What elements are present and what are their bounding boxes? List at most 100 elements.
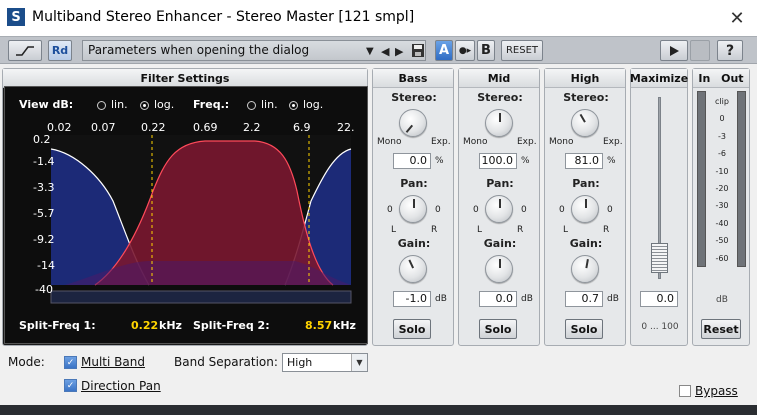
mid-band-panel: Mid Stereo: Mono Exp. 100.0 % Pan: 0 0 L… (458, 68, 540, 346)
high-pan-right-value: 0 (607, 205, 613, 215)
high-stereo-label: Stereo: (563, 91, 609, 104)
high-band-panel: High Stereo: Mono Exp. 81.0 % Pan: 0 0 L… (544, 68, 626, 346)
bass-pan-r-label: R (431, 225, 438, 235)
bypass-curve-button[interactable] (8, 40, 42, 61)
band-separation-dropdown-arrow-icon[interactable]: ▼ (351, 354, 367, 371)
view-db-lin-radio[interactable] (97, 101, 106, 110)
rd-button[interactable]: Rd (48, 40, 72, 61)
view-db-lin-label: lin. (111, 98, 128, 111)
db-tick: -40 (35, 283, 53, 296)
db-tick: 0.2 (33, 133, 51, 146)
filter-graph[interactable] (5, 121, 367, 307)
db-tick: -5.7 (33, 207, 55, 220)
mid-pan-knob[interactable] (485, 195, 513, 223)
plugin-window: S Multiband Stereo Enhancer - Stereo Mas… (0, 0, 757, 415)
bass-pan-l-label: L (391, 225, 397, 235)
freq-tick: 22. (337, 121, 355, 134)
freq-tick: 0.02 (47, 121, 72, 134)
mid-stereo-unit: % (521, 156, 530, 166)
freq-tick: 0.69 (193, 121, 218, 134)
mid-band-header: Mid (459, 69, 539, 88)
mid-solo-button[interactable]: Solo (479, 319, 517, 339)
direction-pan-checkbox[interactable]: ✓ (64, 379, 77, 392)
split-freq-1-value[interactable]: 0.22 (131, 319, 158, 332)
view-db-log-radio[interactable] (140, 101, 149, 110)
db-tick: -9.2 (33, 233, 55, 246)
bass-solo-button[interactable]: Solo (393, 319, 431, 339)
bypass-checkbox[interactable] (679, 385, 691, 397)
bass-pan-knob[interactable] (399, 195, 427, 223)
bass-stereo-unit: % (435, 156, 444, 166)
db-tick: -1.4 (33, 155, 55, 168)
high-stereo-knob[interactable] (571, 109, 599, 137)
mid-stereo-value[interactable]: 100.0 (479, 153, 517, 169)
freq-log-radio[interactable] (289, 101, 298, 110)
high-pan-knob[interactable] (571, 195, 599, 223)
multiband-checkbox[interactable]: ✓ (64, 356, 77, 369)
meter-scale-label: -40 (715, 218, 729, 228)
toolbar: Rd Parameters when opening the dialog ▼ … (0, 36, 757, 64)
split-freq-2-unit: kHz (333, 319, 356, 332)
meter-scale-label: -50 (715, 236, 729, 246)
mid-pan-r-label: R (517, 225, 524, 235)
bass-stereo-value[interactable]: 0.0 (393, 153, 431, 169)
bass-pan-label: Pan: (400, 177, 428, 190)
mid-gain-unit: dB (521, 294, 533, 304)
maximize-slider-handle[interactable] (651, 243, 668, 273)
bass-gain-value[interactable]: -1.0 (393, 291, 431, 307)
play-button[interactable] (660, 40, 688, 61)
meter-scale-label: -60 (715, 253, 729, 263)
frequency-scroll-bar[interactable] (50, 290, 352, 304)
output-meter (737, 91, 746, 267)
bass-pan-right-value: 0 (435, 205, 441, 215)
meter-scale-label: -3 (718, 131, 726, 141)
save-icon[interactable] (411, 43, 425, 58)
db-tick: -14 (37, 259, 55, 272)
out-label: Out (721, 71, 744, 85)
high-stereo-unit: % (607, 156, 616, 166)
filter-display: View dB: lin. log. Freq.: lin. log. 0.02… (4, 86, 368, 344)
high-pan-r-label: R (603, 225, 610, 235)
maximize-value[interactable]: 0.0 (640, 291, 678, 307)
ab-copy-button[interactable]: ●▸ (455, 40, 475, 61)
high-gain-value[interactable]: 0.7 (565, 291, 603, 307)
freq-lin-label: lin. (261, 98, 278, 111)
prev-preset-icon[interactable]: ◀ (381, 45, 389, 58)
next-preset-icon[interactable]: ▶ (395, 45, 403, 58)
title-bar: S Multiband Stereo Enhancer - Stereo Mas… (0, 0, 757, 36)
high-solo-button[interactable]: Solo (565, 319, 603, 339)
split-freq-2-value[interactable]: 8.57 (305, 319, 332, 332)
meter-scale-label: clip (715, 97, 729, 106)
meter-reset-button[interactable]: Reset (701, 319, 741, 339)
bass-gain-knob[interactable] (399, 255, 427, 283)
multiband-label[interactable]: Multi Band (81, 355, 145, 369)
bass-pan-left-value: 0 (387, 205, 393, 215)
freq-ticks: 0.02 0.07 0.22 0.69 2.2 6.9 22. (35, 121, 365, 135)
mid-pan-right-value: 0 (521, 205, 527, 215)
window-title: Multiband Stereo Enhancer - Stereo Maste… (32, 9, 415, 25)
help-button[interactable]: ? (717, 40, 743, 61)
split-freq-2-label: Split-Freq 2: (193, 319, 270, 332)
close-button[interactable]: ✕ (722, 4, 752, 32)
direction-pan-label[interactable]: Direction Pan (81, 379, 161, 393)
bypass-label[interactable]: Bypass (695, 384, 738, 398)
bass-band-panel: Bass Stereo: Mono Exp. 0.0 % Pan: 0 0 L … (372, 68, 454, 346)
mid-stereo-knob[interactable] (485, 109, 513, 137)
bass-stereo-knob[interactable] (399, 109, 427, 137)
ab-b-button[interactable]: B (477, 40, 495, 61)
band-separation-label: Band Separation: (174, 355, 278, 369)
bass-band-header: Bass (373, 69, 453, 88)
freq-lin-radio[interactable] (247, 101, 256, 110)
preset-dropdown-arrow-icon[interactable]: ▼ (366, 46, 374, 57)
reset-button[interactable]: RESET (501, 40, 543, 61)
mid-gain-knob[interactable] (485, 255, 513, 283)
input-meter (697, 91, 706, 267)
in-out-panel: In Out clip 0 -3 -6 -10 -20 -30 -40 -50 … (692, 68, 750, 346)
high-pan-label: Pan: (572, 177, 600, 190)
preset-dropdown[interactable]: Parameters when opening the dialog (82, 40, 426, 61)
ab-a-button[interactable]: A (435, 40, 453, 61)
high-gain-knob[interactable] (571, 255, 599, 283)
mid-gain-value[interactable]: 0.0 (479, 291, 517, 307)
meter-scale: clip 0 -3 -6 -10 -20 -30 -40 -50 -60 (707, 93, 737, 267)
high-stereo-value[interactable]: 81.0 (565, 153, 603, 169)
